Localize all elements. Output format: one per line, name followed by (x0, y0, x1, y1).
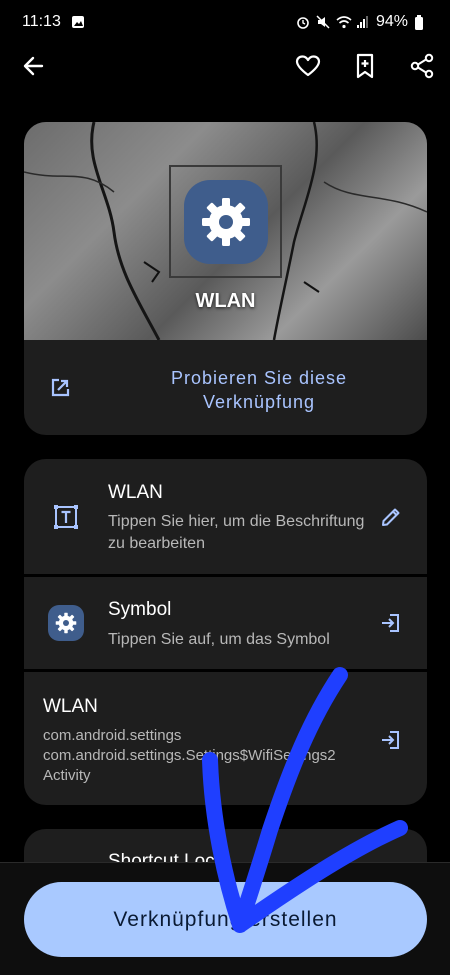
shortcut-preview-card: WLAN Probieren Sie diese Verknüpfung (24, 122, 427, 435)
status-right: 94% (296, 13, 428, 31)
try-shortcut-label: Probieren Sie diese Verknüpfung (170, 368, 348, 412)
text-box-icon (52, 503, 80, 531)
activity-class-suffix: Activity (43, 767, 91, 784)
heart-icon[interactable] (294, 52, 322, 80)
wifi-icon (336, 15, 352, 29)
try-shortcut-button[interactable]: Probieren Sie diese Verknüpfung (24, 340, 427, 435)
pencil-icon[interactable] (379, 505, 403, 529)
icon-row-subtitle: Tippen Sie auf, um das Symbol (108, 631, 330, 648)
mute-icon (316, 15, 330, 29)
activity-row-title: WLAN (43, 696, 98, 717)
gallery-notification-icon (71, 15, 85, 29)
login-arrow-icon[interactable] (379, 611, 403, 635)
signal-icon (356, 15, 370, 29)
bottom-action-bar: Verknüpfung erstellen (0, 862, 450, 975)
bookmark-add-icon[interactable] (351, 52, 379, 80)
battery-icon (414, 15, 428, 30)
back-arrow-icon[interactable] (20, 52, 48, 80)
share-icon[interactable] (408, 52, 436, 80)
icon-row-title: Symbol (108, 599, 172, 620)
icon-row[interactable]: Symbol Tippen Sie auf, um das Symbol (24, 577, 427, 669)
shortcut-settings-list: WLAN Tippen Sie hier, um die Beschriftun… (24, 459, 427, 805)
activity-class: com.android.settings.Settings$WifiSettin… (43, 747, 336, 764)
open-external-icon (48, 376, 72, 400)
activity-package: com.android.settings (43, 727, 182, 744)
settings-gear-icon (184, 180, 268, 264)
alarm-icon (296, 15, 310, 29)
label-row[interactable]: WLAN Tippen Sie hier, um die Beschriftun… (24, 459, 427, 574)
create-shortcut-label: Verknüpfung erstellen (113, 907, 338, 931)
status-left: 11:13 (22, 13, 85, 31)
label-row-title: WLAN (108, 482, 163, 503)
activity-row[interactable]: WLAN com.android.settings com.android.se… (24, 672, 427, 805)
label-row-subtitle: Tippen Sie hier, um die Beschriftung zu … (108, 513, 365, 552)
battery-percent: 94% (375, 13, 408, 30)
create-shortcut-button[interactable]: Verknüpfung erstellen (24, 882, 427, 957)
settings-gear-icon (48, 605, 84, 641)
status-time: 11:13 (22, 13, 61, 30)
status-bar: 11:13 94% (0, 0, 450, 44)
app-bar (0, 44, 450, 88)
login-arrow-icon[interactable] (379, 728, 403, 752)
preview-title: WLAN (195, 290, 256, 312)
